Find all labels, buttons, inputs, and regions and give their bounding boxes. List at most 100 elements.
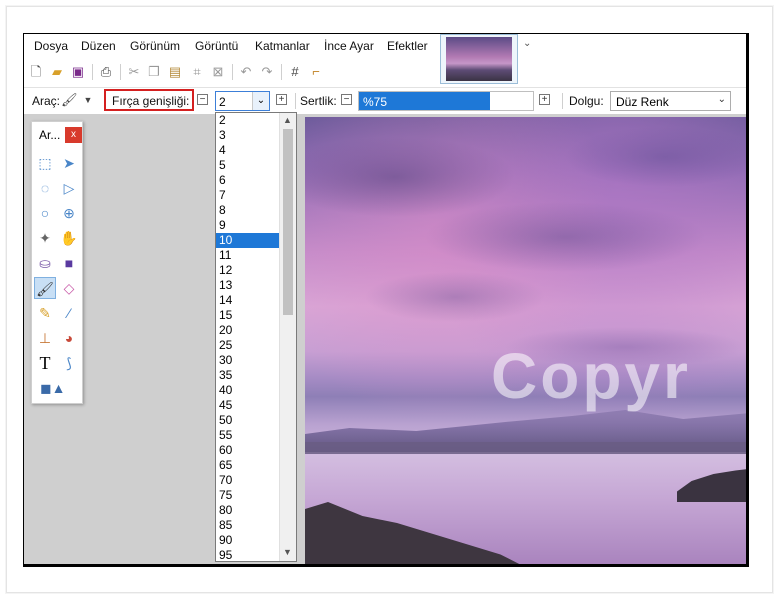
shapes-icon[interactable]: ◼▲	[40, 377, 65, 399]
dropdown-option[interactable]: 70	[216, 473, 280, 488]
scroll-up-icon[interactable]: ▲	[283, 115, 292, 125]
decrease-brush-width-button[interactable]: −	[197, 94, 208, 105]
menu-effects[interactable]: Efektler	[387, 39, 428, 53]
dropdown-option[interactable]: 6	[216, 173, 280, 188]
dropdown-option[interactable]: 50	[216, 413, 280, 428]
crop-icon[interactable]: ⌗	[189, 64, 205, 80]
brush-width-value: 2	[219, 95, 226, 109]
screenshot-frame: Dosya Düzen Görünüm Görüntü Katmanlar İn…	[0, 0, 779, 599]
menu-layers[interactable]: Katmanlar	[255, 39, 310, 53]
new-file-icon[interactable]: 🗋	[28, 64, 44, 80]
ruler-icon[interactable]: ⌐	[308, 64, 324, 80]
dropdown-option[interactable]: 7	[216, 188, 280, 203]
dropdown-option[interactable]: 55	[216, 428, 280, 443]
paintbrush-icon[interactable]: 🖌	[34, 277, 56, 299]
dropdown-scrollbar[interactable]: ▲ ▼	[279, 113, 296, 561]
menu-view[interactable]: Görünüm	[130, 39, 180, 53]
dropdown-option[interactable]: 75	[216, 488, 280, 503]
gradient-icon[interactable]: ■	[58, 252, 80, 274]
dropdown-option[interactable]: 10	[216, 233, 280, 248]
dropdown-option[interactable]: 12	[216, 263, 280, 278]
dropdown-option[interactable]: 45	[216, 398, 280, 413]
toolbar-divider	[295, 93, 296, 109]
open-folder-icon[interactable]: ▰	[49, 64, 65, 80]
menu-file[interactable]: Dosya	[34, 39, 68, 53]
chevron-down-icon[interactable]: ⌄	[252, 92, 269, 110]
cut-icon[interactable]: ✂	[126, 64, 142, 80]
dropdown-option[interactable]: 25	[216, 338, 280, 353]
dropdown-option[interactable]: 2	[216, 113, 280, 128]
scrollbar-thumb[interactable]	[283, 129, 293, 315]
hardness-slider[interactable]: %75	[358, 91, 534, 111]
grid-icon[interactable]: #	[287, 64, 303, 80]
menu-edit[interactable]: Düzen	[81, 39, 116, 53]
chevron-down-icon[interactable]: ⌄	[523, 38, 531, 49]
pencil-icon[interactable]: ✎	[34, 302, 56, 324]
canvas-image[interactable]: Copyr	[305, 117, 746, 564]
dropdown-option[interactable]: 4	[216, 143, 280, 158]
decrease-hardness-button[interactable]: −	[341, 94, 352, 105]
dropdown-option[interactable]: 35	[216, 368, 280, 383]
paste-icon[interactable]: ▤	[167, 64, 183, 80]
save-icon[interactable]: ▣	[70, 64, 86, 80]
recolor-icon[interactable]: ◕	[58, 327, 80, 349]
undo-icon[interactable]: ↶	[238, 64, 254, 80]
dropdown-option[interactable]: 60	[216, 443, 280, 458]
dropdown-option[interactable]: 40	[216, 383, 280, 398]
tools-panel-title: Ar...	[39, 128, 61, 142]
text-icon[interactable]: T	[34, 352, 56, 374]
deselect-icon[interactable]: ⊠	[210, 64, 226, 80]
eraser-icon[interactable]: ◇	[58, 277, 80, 299]
caret-down-icon[interactable]: ▼	[80, 92, 96, 108]
magic-wand-icon[interactable]: ✦	[34, 227, 56, 249]
zoom-icon[interactable]: ⊕	[58, 202, 80, 224]
clone-stamp-icon[interactable]: ⊥	[34, 327, 56, 349]
rock-layer	[305, 502, 535, 564]
dropdown-option[interactable]: 65	[216, 458, 280, 473]
main-toolbar: 🗋 ▰ ▣ ⎙ ✂ ❐ ▤ ⌗ ⊠ ↶ ↷ # ⌐	[24, 60, 440, 84]
tool-options-bar: Araç: 🖌 ▼ Fırça genişliği: − 2 ⌄ + Sertl…	[24, 87, 746, 113]
menu-adjustments[interactable]: İnce Ayar	[324, 39, 374, 53]
dropdown-option[interactable]: 90	[216, 533, 280, 548]
dropdown-option[interactable]: 9	[216, 218, 280, 233]
scroll-down-icon[interactable]: ▼	[283, 547, 292, 557]
dropdown-option[interactable]: 14	[216, 293, 280, 308]
dropdown-option[interactable]: 3	[216, 128, 280, 143]
lasso-select-icon[interactable]: ◌	[34, 177, 56, 199]
redo-icon[interactable]: ↷	[259, 64, 275, 80]
dropdown-option[interactable]: 11	[216, 248, 280, 263]
rectangle-select-icon[interactable]: ⬚	[34, 152, 56, 174]
paint-bucket-icon[interactable]: ⛀	[34, 252, 56, 274]
fill-select[interactable]: Düz Renk ⌄	[610, 91, 731, 111]
menubar: Dosya Düzen Görünüm Görüntü Katmanlar İn…	[24, 34, 746, 84]
dropdown-option[interactable]: 30	[216, 353, 280, 368]
move-selection-icon[interactable]: ▷	[58, 177, 80, 199]
copy-icon[interactable]: ❐	[146, 64, 162, 80]
dropdown-option[interactable]: 8	[216, 203, 280, 218]
color-picker-icon[interactable]: ⁄	[58, 302, 80, 324]
app-window: Dosya Düzen Görünüm Görüntü Katmanlar İn…	[23, 33, 749, 567]
print-icon[interactable]: ⎙	[98, 64, 114, 80]
increase-hardness-button[interactable]: +	[539, 94, 550, 105]
dropdown-option[interactable]: 85	[216, 518, 280, 533]
brush-width-select[interactable]: 2 ⌄	[215, 91, 270, 111]
dropdown-option[interactable]: 13	[216, 278, 280, 293]
move-selected-icon[interactable]: ➤	[58, 152, 80, 174]
shore-layer	[305, 442, 746, 454]
pan-hand-icon[interactable]: ✋	[58, 227, 80, 249]
tool-label: Araç:	[32, 94, 61, 108]
menu-image[interactable]: Görüntü	[195, 39, 238, 53]
image-thumbnail-tab[interactable]	[440, 34, 518, 84]
increase-brush-width-button[interactable]: +	[276, 94, 287, 105]
paintbrush-icon[interactable]: 🖌	[61, 92, 78, 108]
dropdown-option[interactable]: 95	[216, 548, 280, 563]
line-curve-icon[interactable]: ⟆	[58, 352, 80, 374]
ellipse-select-icon[interactable]: ○	[34, 202, 56, 224]
chevron-down-icon[interactable]: ⌄	[718, 94, 726, 105]
dropdown-option[interactable]: 80	[216, 503, 280, 518]
dropdown-option[interactable]: 15	[216, 308, 280, 323]
dropdown-option[interactable]: 20	[216, 323, 280, 338]
close-icon[interactable]: x	[65, 127, 82, 143]
dropdown-option[interactable]: 5	[216, 158, 280, 173]
cloud-layer	[305, 117, 746, 377]
